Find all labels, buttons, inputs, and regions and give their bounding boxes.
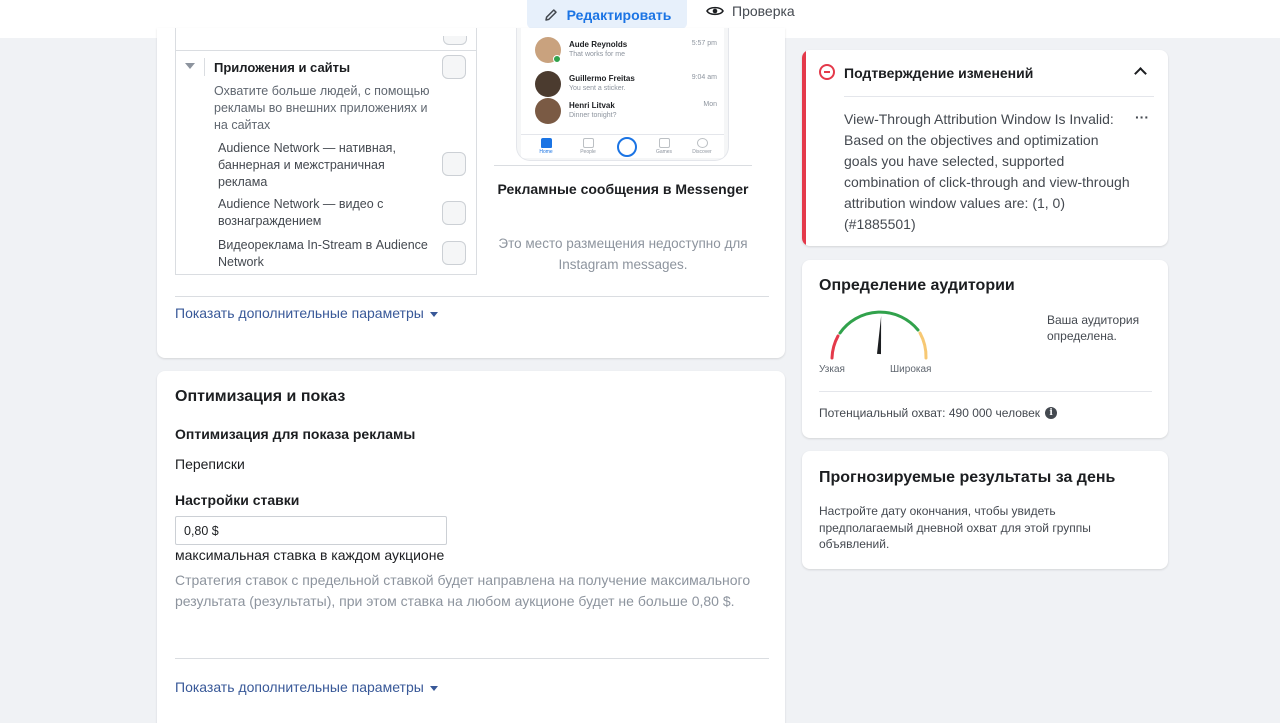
chat-time: Mon xyxy=(703,101,717,108)
chat-name: Guillermo Freitas xyxy=(569,74,635,83)
audience-gauge xyxy=(830,310,928,360)
section-checkbox-apps-sites[interactable] xyxy=(442,55,466,79)
optimization-goal-value: Переписки xyxy=(175,456,245,472)
tab-edit[interactable]: Редактировать xyxy=(527,0,687,29)
people-icon xyxy=(582,138,594,148)
online-dot-icon xyxy=(553,55,561,63)
chat-row: Henri Litvak Dinner tonight? Mon xyxy=(535,98,717,128)
chat-message: You sent a sticker. xyxy=(569,85,626,92)
daily-forecast-card: Прогнозируемые результаты за день Настро… xyxy=(802,451,1168,569)
chat-message: Dinner tonight? xyxy=(569,112,617,119)
placement-divider xyxy=(175,50,477,51)
optimization-card: Оптимизация и показ Оптимизация для пока… xyxy=(157,371,785,723)
nav-home: Home xyxy=(531,138,561,155)
potential-reach: Потенциальный охват: 490 000 человек i xyxy=(819,406,1058,420)
preview-title: Рекламные сообщения в Messenger xyxy=(497,181,749,197)
camera-circle-icon xyxy=(617,137,637,157)
nav-people: People xyxy=(573,138,603,155)
placement-checkbox-partial[interactable] xyxy=(443,36,467,45)
more-options-icon[interactable]: ··· xyxy=(1135,109,1149,125)
placements-divider xyxy=(175,296,769,297)
phone-nav-bar: Home People Games Discover xyxy=(521,134,724,158)
show-more-label: Показать дополнительные параметры xyxy=(175,305,424,321)
messenger-preview-phone: Aude Reynolds That works for me 5:57 pm … xyxy=(516,28,729,161)
gauge-needle-icon xyxy=(877,316,882,355)
chat-time: 9:04 am xyxy=(691,74,717,81)
tab-review-label: Проверка xyxy=(732,3,795,19)
games-icon xyxy=(658,138,670,148)
forecast-title: Прогнозируемые результаты за день xyxy=(819,469,1116,486)
error-accent-bar xyxy=(802,50,806,246)
confirm-changes-title: Подтверждение изменений xyxy=(844,65,1034,81)
audience-divider xyxy=(819,391,1152,392)
collapse-triangle-icon[interactable] xyxy=(185,63,195,69)
show-more-placements-link[interactable]: Показать дополнительные параметры xyxy=(175,305,438,321)
chat-message: That works for me xyxy=(569,51,626,58)
placement-item-an-instream: Видеореклама In-Stream в Audience Networ… xyxy=(218,238,428,269)
avatar xyxy=(535,98,561,124)
show-more-optimization-link[interactable]: Показать дополнительные параметры xyxy=(175,679,438,695)
tab-edit-label: Редактировать xyxy=(566,6,672,23)
chat-name: Aude Reynolds xyxy=(569,40,628,49)
section-title-apps-sites: Приложения и сайты xyxy=(214,60,351,75)
nav-label: Discover xyxy=(692,149,712,155)
placements-card: Приложения и сайты Охватите больше людей… xyxy=(157,28,785,358)
eye-icon xyxy=(706,6,724,16)
nav-discover: Discover xyxy=(687,138,717,155)
audience-definition-card: Определение аудитории Узкая Широкая Ваша… xyxy=(802,260,1168,438)
gauge-arc-green xyxy=(838,310,920,335)
info-icon[interactable]: i xyxy=(1045,407,1058,419)
home-icon xyxy=(540,138,552,148)
checkbox-an-rewarded[interactable] xyxy=(442,201,466,225)
caret-down-icon xyxy=(429,685,438,691)
nav-games: Games xyxy=(649,138,679,155)
optimization-divider xyxy=(175,658,769,659)
chat-name: Henri Litvak xyxy=(569,101,615,110)
discover-icon xyxy=(696,138,708,148)
bid-strategy-description: Стратегия ставок с предельной ставкой бу… xyxy=(175,572,751,609)
nav-label: People xyxy=(580,149,596,155)
error-message: View-Through Attribution Window Is Inval… xyxy=(844,111,1130,232)
gauge-arc-yellow xyxy=(918,331,928,360)
pencil-icon xyxy=(544,8,557,21)
error-minus-icon xyxy=(819,64,835,80)
caret-down-icon xyxy=(429,311,438,317)
checkbox-an-instream[interactable] xyxy=(442,241,466,265)
bid-amount-input[interactable] xyxy=(175,516,447,545)
gauge-label-wide: Широкая xyxy=(890,364,932,375)
tab-review[interactable]: Проверка xyxy=(706,0,795,22)
gauge-label-narrow: Узкая xyxy=(819,364,845,375)
optimization-goal-label: Оптимизация для показа рекламы xyxy=(175,426,416,442)
bid-caption: максимальная ставка в каждом аукционе xyxy=(175,547,445,563)
avatar xyxy=(535,71,561,97)
audience-status: Ваша аудитория определена. xyxy=(1047,313,1140,343)
nav-label: Games xyxy=(655,149,673,155)
placement-item-an-rewarded: Audience Network — видео с вознаграждени… xyxy=(218,197,384,228)
optimization-title: Оптимизация и показ xyxy=(175,388,346,405)
confirm-divider xyxy=(844,96,1154,97)
confirm-changes-card: Подтверждение изменений View-Through Att… xyxy=(802,50,1168,246)
gauge-arc-red xyxy=(830,334,840,360)
chat-row: Aude Reynolds That works for me 5:57 pm xyxy=(535,37,717,67)
section-description: Охватите больше людей, с помощью рекламы… xyxy=(214,84,430,132)
chat-time: 5:57 pm xyxy=(691,40,717,47)
placement-item-an-native: Audience Network — нативная, баннерная и… xyxy=(218,141,396,189)
bid-settings-label: Настройки ставки xyxy=(175,492,300,508)
chevron-up-icon[interactable] xyxy=(1134,67,1147,80)
forecast-text: Настройте дату окончания, чтобы увидеть … xyxy=(819,504,1091,551)
show-more-label: Показать дополнительные параметры xyxy=(175,679,424,695)
potential-reach-text: Потенциальный охват: 490 000 человек xyxy=(819,406,1041,420)
preview-divider xyxy=(494,165,752,166)
nav-label: Home xyxy=(539,149,553,155)
preview-unavailable-note: Это место размещения недоступно для Inst… xyxy=(498,236,748,272)
section-separator xyxy=(204,58,205,76)
chat-row: Guillermo Freitas You sent a sticker. 9:… xyxy=(535,71,717,101)
audience-title: Определение аудитории xyxy=(819,277,1015,294)
checkbox-an-native[interactable] xyxy=(442,152,466,176)
